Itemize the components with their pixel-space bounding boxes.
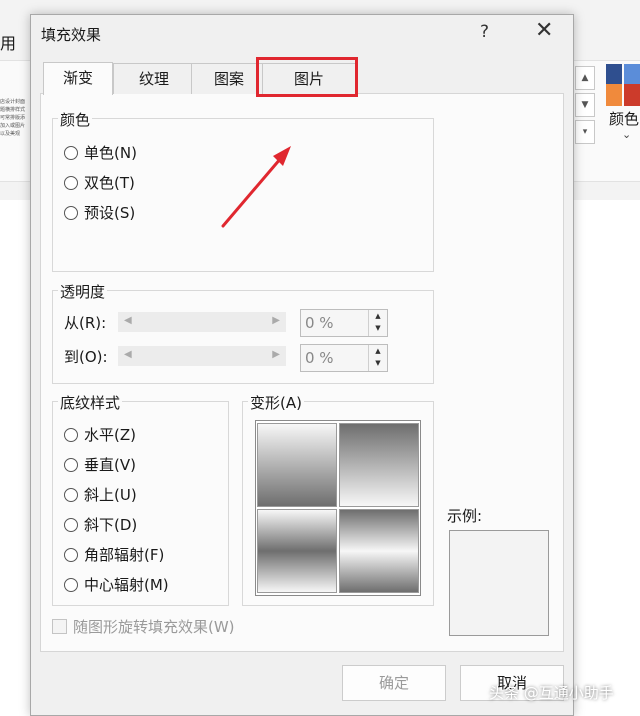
- variant-1[interactable]: [257, 423, 337, 507]
- radio-icon[interactable]: [64, 487, 78, 502]
- radio-label: 斜下(D): [84, 516, 138, 534]
- variants-legend: 变形(A): [248, 392, 304, 413]
- radio-label: 双色(T): [84, 174, 135, 192]
- radio-from-corner[interactable]: 角部辐射(F): [64, 544, 164, 565]
- spin-up-icon[interactable]: ▲: [369, 310, 387, 322]
- spin-down-icon[interactable]: ▼: [369, 357, 387, 369]
- to-slider[interactable]: ◀ ▶: [118, 346, 286, 366]
- radio-horizontal[interactable]: 水平(Z): [64, 424, 136, 445]
- swatch-3: [606, 84, 622, 106]
- radio-label: 单色(N): [84, 144, 137, 162]
- radio-label: 中心辐射(M): [84, 576, 169, 594]
- template-thumbnail[interactable]: 店设计封面题横排样式可常排版添加入或图片以及美观: [0, 98, 28, 146]
- variant-4[interactable]: [339, 509, 419, 593]
- spin-up-icon[interactable]: ▲: [369, 345, 387, 357]
- radio-icon[interactable]: [64, 205, 78, 220]
- from-transparency-spinner[interactable]: 0 % ▲ ▼: [300, 309, 388, 337]
- radio-label: 垂直(V): [84, 456, 136, 474]
- spin-down-icon[interactable]: ▼: [369, 322, 387, 334]
- help-icon[interactable]: ?: [480, 22, 489, 42]
- radio-vertical[interactable]: 垂直(V): [64, 454, 136, 475]
- spinner-value[interactable]: 0 %: [305, 349, 334, 367]
- spinner-value[interactable]: 0 %: [305, 314, 334, 332]
- ok-button[interactable]: 确定: [342, 665, 446, 701]
- colors-legend: 颜色: [58, 109, 93, 130]
- gallery-more-icon[interactable]: ▾: [575, 120, 595, 144]
- variant-3[interactable]: [257, 509, 337, 593]
- close-icon[interactable]: ✕: [535, 18, 553, 43]
- theme-color-swatches[interactable]: [606, 64, 640, 106]
- radio-one-color[interactable]: 单色(N): [64, 142, 137, 163]
- chevron-down-icon[interactable]: ⌄: [622, 128, 631, 141]
- variant-2[interactable]: [339, 423, 419, 507]
- radio-two-colors[interactable]: 双色(T): [64, 172, 135, 193]
- radio-label: 角部辐射(F): [84, 546, 165, 564]
- sample-preview: [449, 530, 549, 636]
- tab-gradient[interactable]: 渐变: [43, 62, 113, 95]
- scroll-up-icon[interactable]: ▲: [575, 66, 595, 90]
- checkbox-icon[interactable]: [52, 619, 67, 634]
- highlight-box: [256, 57, 358, 97]
- radio-icon[interactable]: [64, 427, 78, 442]
- scroll-down-icon[interactable]: ▼: [575, 93, 595, 117]
- from-label: 从(R):: [64, 314, 107, 332]
- radio-label: 水平(Z): [84, 426, 136, 444]
- radio-icon[interactable]: [64, 517, 78, 532]
- radio-icon[interactable]: [64, 577, 78, 592]
- radio-label: 斜上(U): [84, 486, 137, 504]
- radio-label: 预设(S): [84, 204, 136, 222]
- gallery-scroll[interactable]: ▲ ▼ ▾: [575, 66, 595, 146]
- watermark: 头条 @互通小助手: [489, 684, 614, 702]
- radio-preset[interactable]: 预设(S): [64, 202, 135, 223]
- annotation-arrow-icon: [221, 146, 291, 228]
- swatch-4: [624, 84, 640, 106]
- radio-icon[interactable]: [64, 145, 78, 160]
- tab-texture[interactable]: 纹理: [113, 63, 195, 94]
- checkbox-label: 随图形旋转填充效果(W): [73, 618, 235, 636]
- swatch-1: [606, 64, 622, 86]
- swatch-2: [624, 64, 640, 86]
- variants-grid: [255, 420, 421, 596]
- slider-left-icon[interactable]: ◀: [124, 315, 132, 326]
- slider-right-icon[interactable]: ▶: [272, 315, 280, 326]
- to-label: 到(O):: [64, 348, 108, 366]
- shading-styles-legend: 底纹样式: [58, 392, 123, 413]
- radio-icon[interactable]: [64, 457, 78, 472]
- radio-icon[interactable]: [64, 175, 78, 190]
- radio-icon[interactable]: [64, 547, 78, 562]
- radio-from-center[interactable]: 中心辐射(M): [64, 574, 169, 595]
- slider-left-icon[interactable]: ◀: [124, 349, 132, 360]
- from-slider[interactable]: ◀ ▶: [118, 312, 286, 332]
- menu-fragment: 用: [0, 34, 17, 53]
- radio-diagonal-down[interactable]: 斜下(D): [64, 514, 137, 535]
- dialog-title: 填充效果: [41, 26, 102, 44]
- sample-label: 示例:: [447, 507, 483, 525]
- transparency-legend: 透明度: [58, 281, 108, 302]
- color-menu-label[interactable]: 颜色: [609, 108, 639, 129]
- to-transparency-spinner[interactable]: 0 % ▲ ▼: [300, 344, 388, 372]
- slider-right-icon[interactable]: ▶: [272, 349, 280, 360]
- rotate-with-shape-checkbox[interactable]: 随图形旋转填充效果(W): [52, 616, 235, 637]
- radio-diagonal-up[interactable]: 斜上(U): [64, 484, 137, 505]
